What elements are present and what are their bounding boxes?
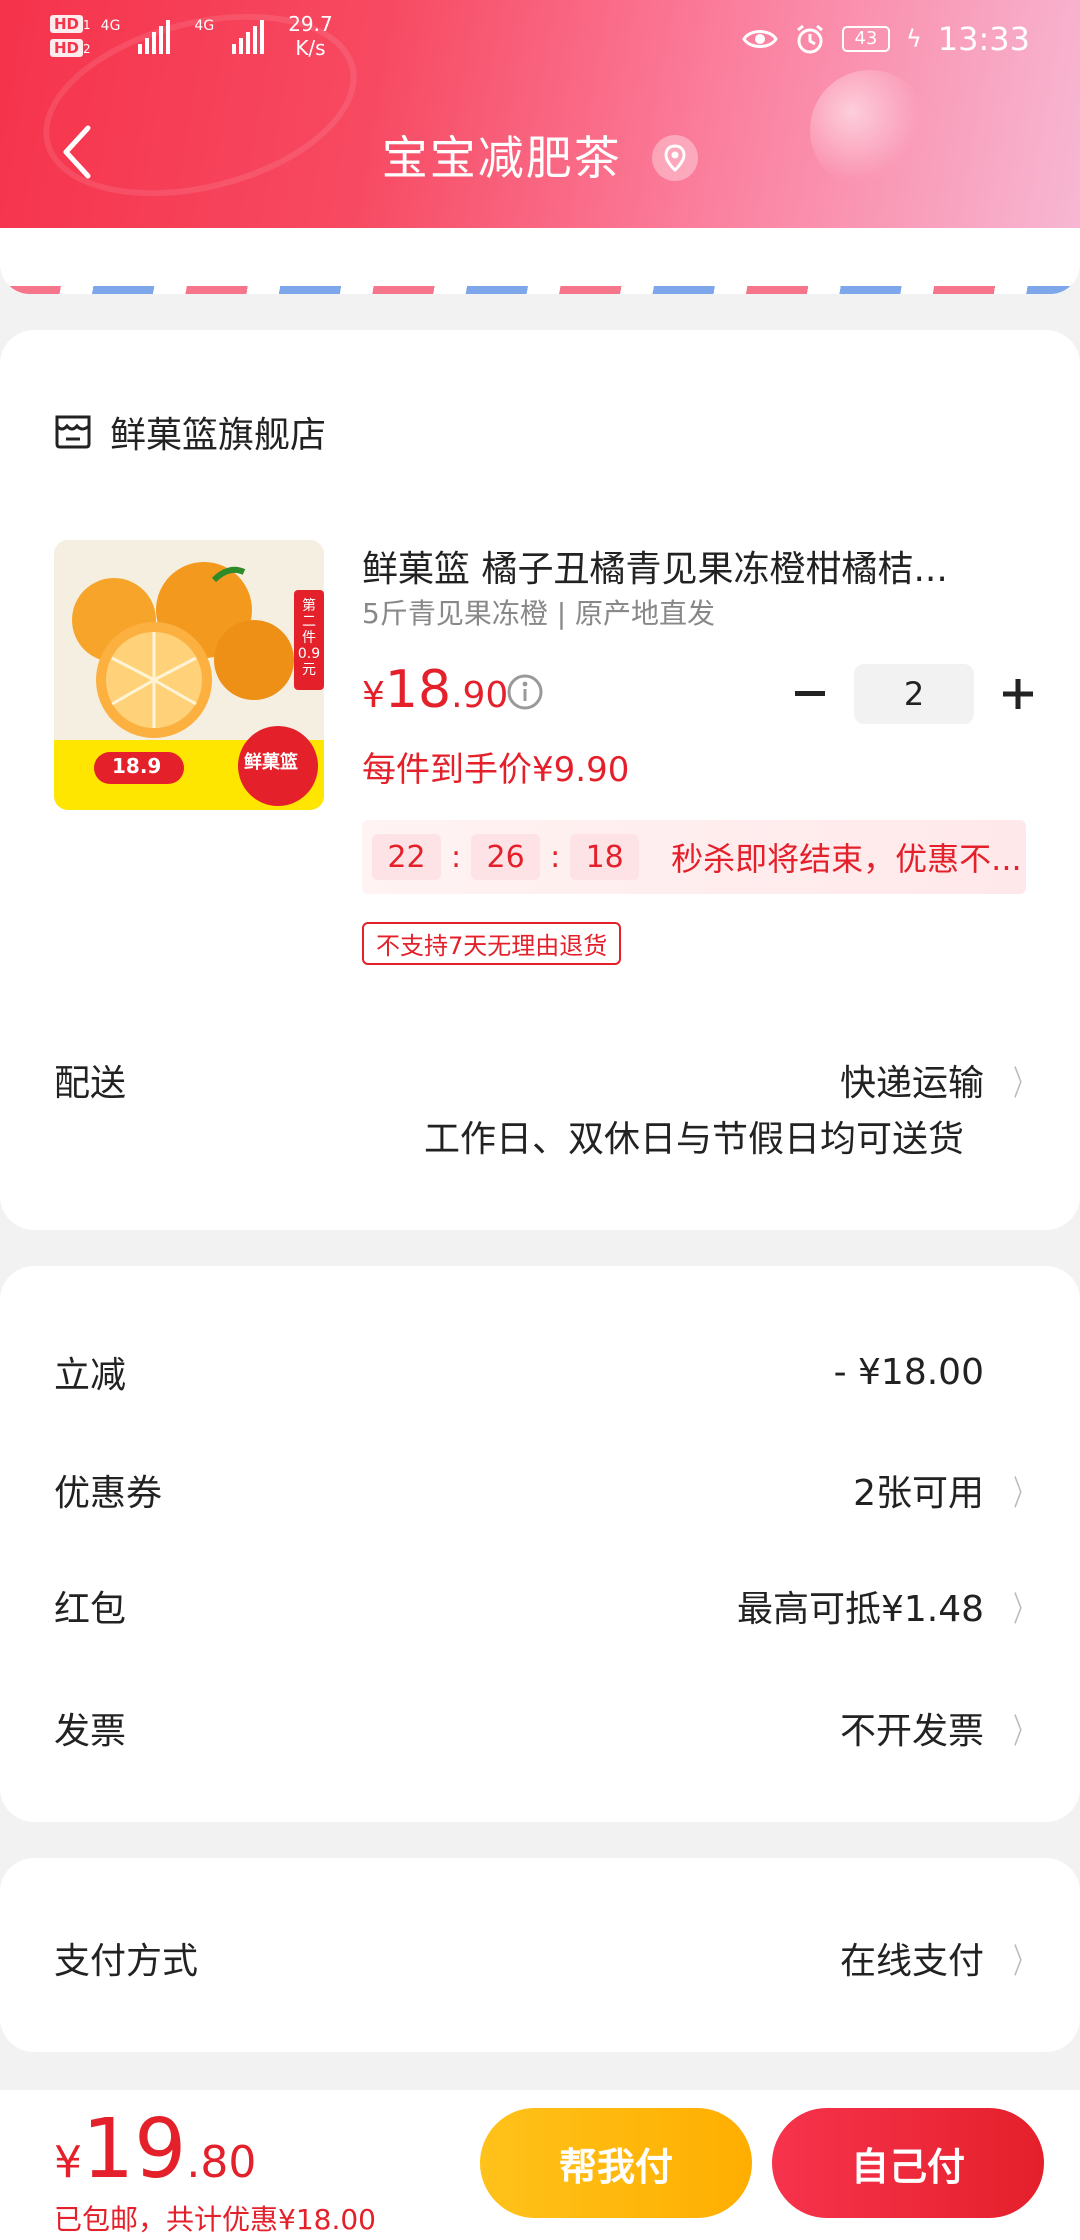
unit-price: 每件到手价¥9.90 [362, 750, 630, 790]
total-decimal: .80 [186, 2137, 257, 2188]
image-price-text: 18.9 [112, 754, 162, 778]
countdown-seconds: 18 [570, 834, 640, 880]
delivery-value: 快递运输 〉 [839, 1054, 1034, 1106]
header: HD 1 HD 2 4G 4G 29.7 K/s 43 ϟ 13:33 宝宝减肥… [0, 0, 1080, 228]
flash-sale-banner: 22 : 26 : 18 秒杀即将结束，优惠不... [362, 820, 1026, 894]
product-price: ¥18.90 [362, 660, 508, 720]
invoice-row[interactable]: 发票 不开发票 〉 [54, 1702, 1034, 1754]
location-pin-icon[interactable] [652, 134, 699, 181]
battery-icon: 43 [841, 26, 890, 52]
delivery-method: 快递运输 [839, 1063, 984, 1104]
hd-1-sub: 1 [83, 18, 91, 32]
instant-discount-row: 立减 - ¥18.00 [54, 1346, 1026, 1398]
payment-method-row[interactable]: 支付方式 在线支付 〉 [54, 1932, 1034, 1984]
signal-2-icon [232, 18, 265, 54]
image-promo-text: 第二件0.9元 [297, 598, 321, 678]
store-icon [55, 415, 91, 449]
payment-method-label: 支付方式 [54, 1941, 199, 1982]
red-packet-row[interactable]: 红包 最高可抵¥1.48 〉 [54, 1580, 1034, 1632]
coupon-count: 2张可用 [853, 1473, 984, 1514]
eye-icon [742, 30, 778, 48]
flash-sale-message: 秒杀即将结束，优惠不... [671, 840, 1022, 878]
help-pay-button[interactable]: 帮我付 [480, 2108, 752, 2218]
battery-level: 43 [854, 28, 878, 49]
charging-icon: ϟ [905, 25, 922, 53]
total-summary: 已包邮，共计优惠¥18.00 [54, 2203, 376, 2236]
self-pay-button[interactable]: 自己付 [772, 2108, 1044, 2218]
chevron-right-icon: 〉 [1013, 1063, 1034, 1104]
hd-1: HD 1 [50, 14, 91, 34]
hd-2: HD 2 [50, 38, 91, 58]
checkout-bar: ¥19.80 已包邮，共计优惠¥18.00 帮我付 自己付 [0, 2090, 1080, 2240]
coupon-label: 优惠券 [54, 1473, 163, 1514]
plus-icon [1003, 679, 1033, 709]
hd-1-label: HD [50, 15, 84, 33]
airmail-stripe [0, 286, 1080, 294]
status-right: 43 ϟ 13:33 [742, 20, 1030, 58]
countdown-minutes: 26 [471, 834, 541, 880]
network-speed: 29.7 K/s [288, 12, 333, 60]
alarm-icon [797, 24, 823, 54]
price-decimal: .90 [451, 675, 509, 716]
page-title-text: 宝宝减肥茶 [381, 131, 622, 185]
speed-unit: K/s [295, 36, 326, 60]
instant-discount-label: 立减 [54, 1355, 127, 1396]
total-integer: 19 [82, 2102, 187, 2197]
chevron-right-icon: 〉 [1013, 1711, 1034, 1752]
network-2-label: 4G [194, 18, 215, 34]
red-packet-amount: 最高可抵¥1.48 [736, 1589, 984, 1630]
product-spec[interactable]: 5斤青见果冻橙 | 原产地直发 [362, 592, 715, 632]
instant-discount-value: - ¥18.00 [833, 1351, 984, 1393]
chevron-right-icon: 〉 [1013, 1473, 1034, 1514]
price-integer: 18 [384, 660, 452, 720]
payment-method-value: 在线支付 〉 [839, 1932, 1034, 1984]
increase-quantity-button[interactable] [988, 664, 1048, 724]
hd-indicators: HD 1 HD 2 [50, 14, 91, 58]
quantity-input[interactable]: 2 [854, 664, 974, 724]
delivery-note: 工作日、双休日与节假日均可送货 [423, 1119, 964, 1160]
clock-time: 13:33 [937, 20, 1030, 58]
payment-method-text: 在线支付 [839, 1941, 984, 1982]
total-symbol: ¥ [54, 2137, 82, 2188]
hd-2-label: HD [50, 39, 84, 57]
store-header[interactable]: 鲜菓篮旗舰店 [54, 406, 326, 458]
invoice-value: 不开发票 〉 [839, 1702, 1034, 1754]
quantity-stepper: 2 [780, 664, 1048, 724]
coupon-value: 2张可用 〉 [853, 1464, 1034, 1516]
delivery-label: 配送 [54, 1063, 127, 1104]
minus-icon [795, 691, 825, 696]
invoice-status: 不开发票 [839, 1711, 984, 1752]
red-packet-label: 红包 [54, 1589, 127, 1630]
coupon-row[interactable]: 优惠券 2张可用 〉 [54, 1464, 1034, 1516]
hd-2-sub: 2 [83, 42, 91, 56]
no-return-badge: 不支持7天无理由退货 [362, 922, 622, 965]
countdown-separator: : [450, 839, 462, 875]
product-image[interactable]: 18.9 鲜菓篮 第二件0.9元 [54, 540, 324, 810]
price-symbol: ¥ [362, 675, 385, 716]
invoice-label: 发票 [54, 1711, 127, 1752]
total-price: ¥19.80 [54, 2102, 256, 2197]
chevron-right-icon: 〉 [1013, 1941, 1034, 1982]
info-icon[interactable] [506, 673, 544, 711]
decrease-quantity-button[interactable] [780, 664, 840, 724]
status-left: HD 1 HD 2 4G 4G 29.7 K/s [50, 12, 333, 60]
signal-1-icon [138, 18, 171, 54]
image-brand-text: 鲜菓篮 [244, 752, 298, 773]
product-title[interactable]: 鲜菓篮 橘子丑橘青见果冻橙柑橘桔... [362, 540, 1002, 592]
speed-value: 29.7 [288, 12, 333, 36]
countdown-hours: 22 [372, 834, 441, 880]
red-packet-value: 最高可抵¥1.48 〉 [736, 1580, 1034, 1632]
store-name: 鲜菓篮旗舰店 [110, 415, 327, 456]
chevron-right-icon: 〉 [1013, 1589, 1034, 1630]
network-1-label: 4G [100, 18, 121, 34]
page-title: 宝宝减肥茶 [0, 122, 1080, 188]
address-card[interactable] [0, 228, 1080, 294]
status-bar: HD 1 HD 2 4G 4G 29.7 K/s 43 ϟ 13:33 [0, 0, 1080, 80]
delivery-row[interactable]: 配送 快递运输 〉 [54, 1054, 1034, 1106]
countdown-separator: : [550, 839, 561, 875]
